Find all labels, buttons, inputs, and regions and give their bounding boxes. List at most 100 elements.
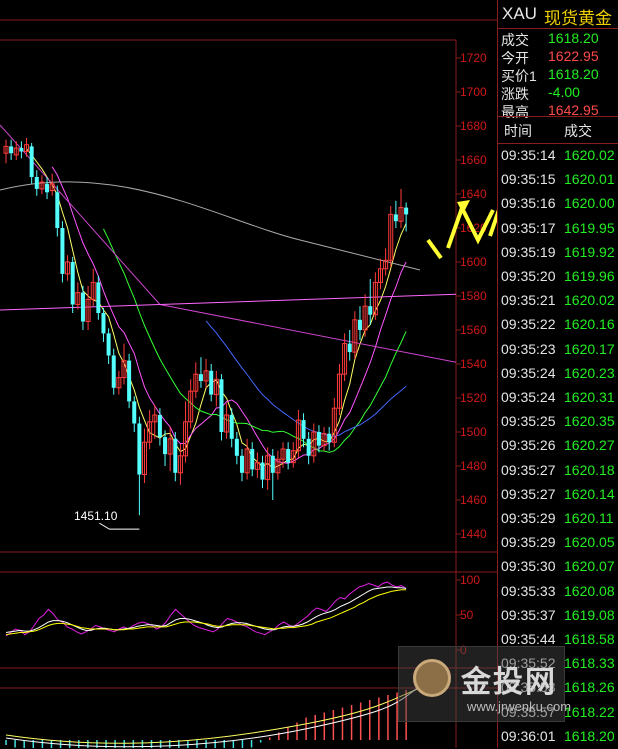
tick-price: 1620.31 [564,389,615,405]
tick-price: 1620.02 [564,147,615,163]
tick-time: 09:35:17 [501,219,556,236]
candle-body [19,148,24,152]
tick-row: 09:35:19 1619.92 [498,241,618,265]
tick-row: 09:35:22 1620.16 [498,313,618,337]
tick-time: 09:36:01 [501,727,556,744]
tick-time: 09:35:14 [501,147,556,163]
quote-row-value: 1618.20 [548,30,599,46]
candle-body [250,449,255,470]
tick-time: 09:35:21 [501,292,556,309]
tick-row: 09:35:23 1620.17 [498,338,618,362]
tick-time: 09:35:26 [501,437,556,454]
candle-body [198,374,203,381]
tick-time: 09:35:37 [501,606,556,623]
price-tick-label: 1540 [460,357,487,371]
tick-price: 1620.00 [564,195,615,212]
tick-row: 09:35:29 1620.11 [498,507,618,531]
tick-time: 09:35:16 [501,195,556,212]
tick-price: 1619.92 [564,243,615,260]
symbol-code: XAU [502,4,537,23]
tick-row: 09:35:16 1620.00 [498,192,618,216]
candle-body [239,455,244,473]
candle-body [219,379,224,432]
tick-row: 09:35:37 1619.08 [498,604,618,628]
candle-body [106,333,111,356]
tick-time: 09:35:20 [501,268,556,284]
candle-body [137,423,142,475]
tick-row: 09:35:20 1619.96 [498,265,618,289]
candle-body [229,415,234,439]
tick-row: 09:35:17 1619.95 [498,217,618,241]
candle-body [9,146,14,154]
candle-body [306,438,311,456]
tick-time: 09:35:19 [501,243,556,260]
tick-row: 09:35:24 1620.23 [498,362,618,386]
candle-body [234,438,239,456]
price-tick-label: 1600 [460,255,487,269]
quote-panel: XAU 现货黄金 成交 1618.20 今开 1622.95 买价1 1618.20 涨跌 -… [497,0,618,748]
tick-row: 09:35:30 1620.07 [498,555,618,579]
tick-price: 1618.58 [564,631,615,647]
tick-price: 1620.35 [564,413,615,430]
quote-row: 成交 1618.20 [498,29,618,48]
tick-row: 09:35:25 1620.35 [498,410,618,434]
candle-body [101,313,106,334]
candle-body [260,462,265,480]
tick-price: 1620.18 [564,461,615,478]
price-tick-label: 1700 [460,85,487,99]
tick-time: 09:35:29 [501,534,556,551]
tick-time: 09:35:24 [501,389,556,405]
quote-row-value: 1622.95 [548,48,599,64]
candle-body [368,306,373,315]
price-tick-label: 1480 [460,459,487,473]
quote-row-value: 1618.20 [548,66,599,82]
tick-time: 09:35:15 [501,171,556,188]
candle-body [209,370,214,395]
candle-body [327,433,332,443]
candle-body [163,437,168,455]
candle-body [404,207,409,215]
candle-body [55,192,60,228]
tick-time: 09:35:27 [501,485,556,502]
tick-row: 09:35:27 1620.14 [498,483,618,507]
tick-time: 09:35:33 [501,582,556,599]
tick-row: 09:35:29 1620.05 [498,531,618,555]
price-tick-label: 1720 [460,51,487,65]
tick-row: 09:35:15 1620.01 [498,168,618,192]
tick-price: 1620.02 [564,292,615,309]
tick-price: 1620.16 [564,316,615,333]
kdj-tick-label: 50 [460,608,474,622]
chart-background [0,0,497,748]
tick-price: 1620.01 [564,171,615,188]
watermark-url: www.jrwenku.com [467,699,572,714]
candle-body [357,319,362,330]
tick-price: 1620.11 [564,510,614,526]
chart-frame [0,0,497,748]
watermark: 金投网 www.jrwenku.com [398,646,571,722]
candle-body [80,292,85,322]
price-tick-label: 1520 [460,391,487,405]
quote-row: 今开 1622.95 [498,47,618,66]
gold-candlestick-chart[interactable]: 1720170016801660164016201600158015601540… [0,0,497,748]
watermark-logo-icon [413,659,451,697]
tick-time: 09:35:30 [501,558,556,575]
price-tick-label: 1580 [460,289,487,303]
candle-body [173,438,178,473]
tick-row: 09:36:01 1618.20 [498,725,618,749]
candle-body [301,420,306,439]
tick-price: 1620.17 [564,340,615,357]
price-tick-label: 1440 [460,527,487,541]
price-tick-label: 1680 [460,119,487,133]
tick-row: 09:35:21 1620.02 [498,289,618,313]
candle-body [316,432,321,446]
candle-body [34,177,39,189]
tick-time: 09:35:25 [501,413,556,430]
candle-body [393,214,398,222]
tick-time: 09:35:29 [501,510,556,526]
price-tick-label: 1500 [460,425,487,439]
candle-body [70,262,75,305]
candle-body [270,455,275,473]
tick-price: 1620.14 [564,485,615,502]
symbol-name: 现货黄金 [544,9,612,28]
tick-price: 1618.22 [564,703,615,720]
